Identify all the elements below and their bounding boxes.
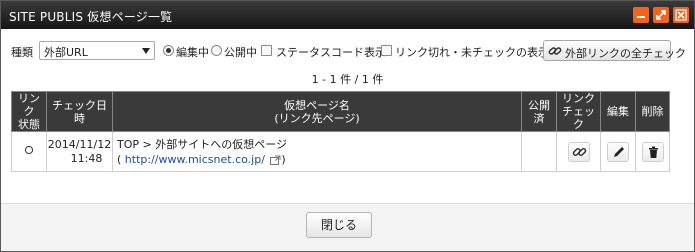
title-bar[interactable]: SITE PUBLIS 仮想ページ一覧 [1, 1, 694, 29]
result-count: 1 - 1 件 / 1 件 [311, 73, 384, 86]
dialog-content: 種類 外部URL 編集中 公開中 ステータスコード表示 リンク切れ・未チェックの… [1, 29, 694, 203]
status-code-label: ステータスコード表示 [276, 46, 386, 59]
edit-cell [600, 131, 636, 172]
edit-button[interactable] [607, 141, 629, 162]
virtual-page-table: リンク 状態 チェック日時 仮想ページ名 (リンク先ページ) 公開済 リンク チ… [11, 91, 670, 172]
broken-link-checkbox[interactable] [381, 45, 392, 56]
col-link-check[interactable]: リンク チェック [556, 91, 601, 132]
check-date-cell: 2014/11/12 11:48 [46, 131, 113, 172]
circle-outline-icon [24, 145, 34, 155]
virtual-page-list-dialog: SITE PUBLIS 仮想ページ一覧 種類 外部URL 編集中 公開中 ステー… [0, 0, 695, 252]
col-edit: 編集 [600, 91, 636, 132]
maximize-icon [656, 10, 666, 20]
col-page-name[interactable]: 仮想ページ名 (リンク先ページ) [112, 91, 522, 132]
type-label: 種類 [11, 46, 33, 59]
check-date: 2014/11/12 [47, 137, 112, 151]
link-check-button[interactable] [567, 141, 590, 162]
page-name[interactable]: TOP > 外部サイトへの仮想ページ [117, 138, 287, 151]
pencil-icon [614, 146, 624, 157]
table-row: 2014/11/12 11:48 TOP > 外部サイトへの仮想ページ ( ht… [11, 131, 670, 172]
col-link-status-l1: リンク [18, 92, 40, 118]
minimize-button[interactable] [633, 7, 649, 23]
url-paren-open: ( [117, 152, 122, 166]
published-cell [521, 131, 557, 172]
dialog-footer: 閉じる [1, 203, 694, 251]
filter-row: 種類 外部URL 編集中 公開中 ステータスコード表示 リンク切れ・未チェックの… [11, 40, 691, 61]
external-link-check-all-label: 外部リンクの全チェック [565, 47, 686, 60]
status-code-checkbox[interactable] [261, 45, 272, 56]
type-select-value: 外部URL [44, 46, 88, 59]
external-window-icon[interactable] [270, 155, 281, 165]
delete-button[interactable] [641, 141, 664, 162]
col-check-date[interactable]: チェック日時 [46, 91, 113, 132]
col-link-status[interactable]: リンク 状態 [11, 91, 47, 132]
col-page-name-l1: 仮想ページ名 [284, 98, 350, 112]
target-url-link[interactable]: http://www.micsnet.co.jp/ [125, 153, 265, 166]
type-select[interactable]: 外部URL [39, 41, 155, 60]
maximize-button[interactable] [653, 7, 669, 23]
col-link-check-l2: チェック [562, 105, 595, 131]
col-link-check-l1: リンク [562, 92, 595, 105]
delete-cell [635, 131, 670, 172]
chevron-down-icon [142, 48, 150, 54]
col-published[interactable]: 公開済 [521, 91, 557, 132]
col-page-name-l2: (リンク先ページ) [274, 111, 360, 125]
page-name-cell: TOP > 外部サイトへの仮想ページ ( http://www.micsnet.… [112, 131, 522, 172]
radio-editing[interactable] [163, 45, 174, 56]
close-window-button[interactable] [673, 7, 689, 23]
col-delete: 削除 [635, 91, 670, 132]
link-status-cell [11, 131, 47, 172]
table-header-row: リンク 状態 チェック日時 仮想ページ名 (リンク先ページ) 公開済 リンク チ… [11, 91, 670, 132]
col-link-status-l2: 状態 [18, 118, 40, 131]
broken-link-label: リンク切れ・未チェックの表示 [395, 46, 549, 59]
url-paren-close: ) [281, 152, 286, 166]
minimize-icon [637, 16, 645, 18]
close-icon [675, 9, 687, 21]
check-time: 11:48 [70, 151, 103, 165]
link-check-cell [556, 131, 601, 172]
radio-editing-label: 編集中 [176, 46, 209, 59]
chain-link-icon [548, 47, 562, 55]
window-title: SITE PUBLIS 仮想ページ一覧 [9, 10, 173, 24]
radio-published[interactable] [211, 45, 222, 56]
chain-link-icon [572, 147, 586, 156]
external-link-check-all-button[interactable]: 外部リンクの全チェック [543, 40, 686, 61]
radio-published-label: 公開中 [224, 46, 257, 59]
trash-icon [648, 146, 658, 158]
close-button[interactable]: 閉じる [306, 212, 372, 238]
